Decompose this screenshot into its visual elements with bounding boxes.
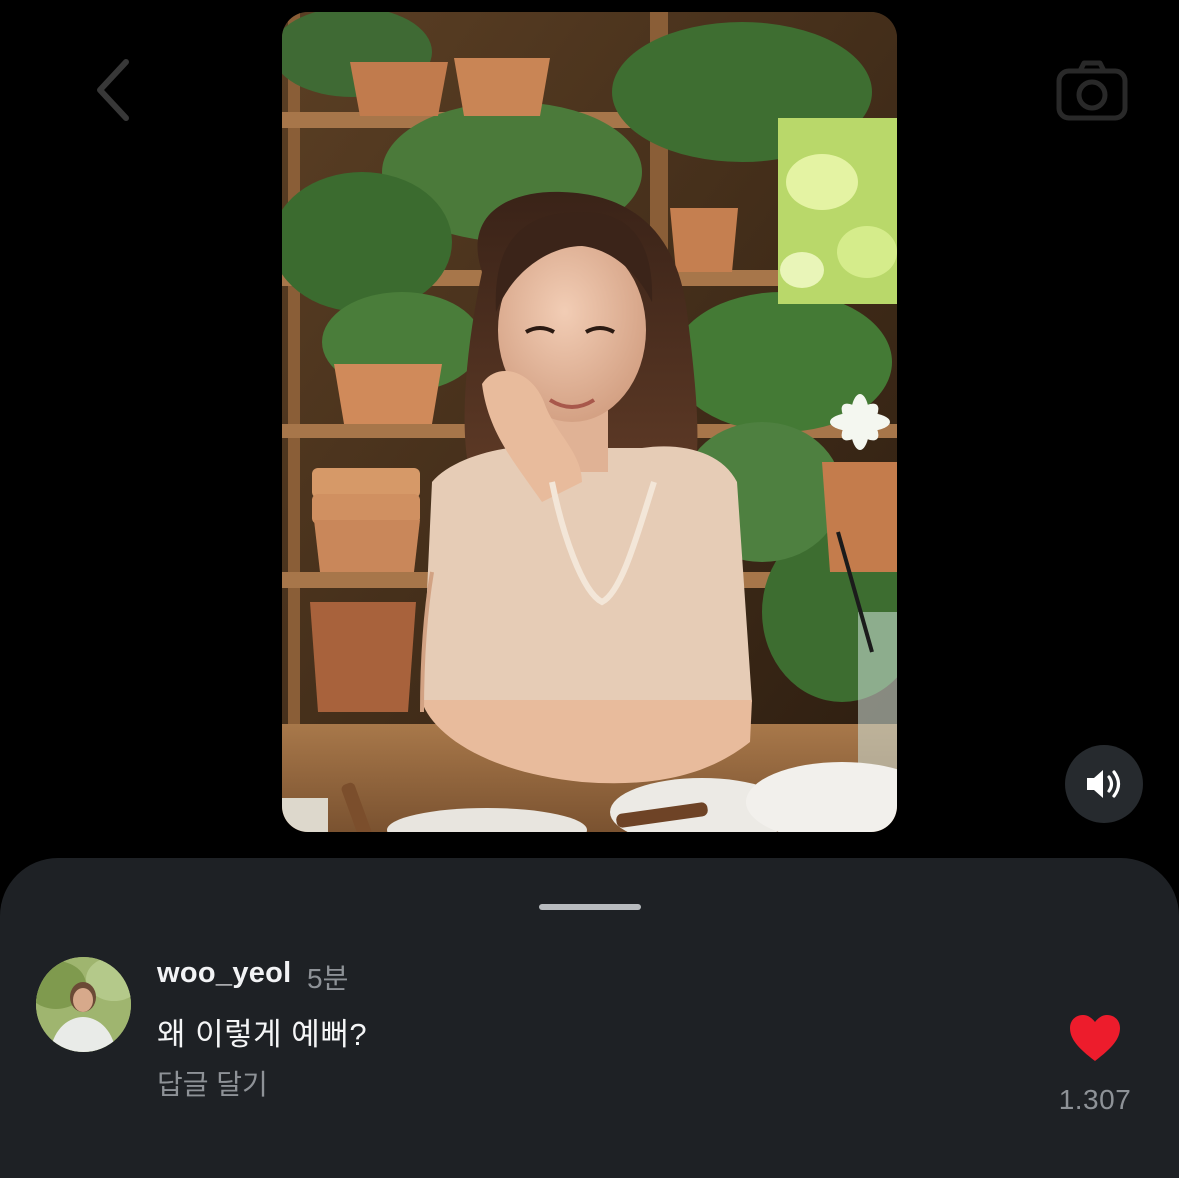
- camera-button[interactable]: [1052, 50, 1132, 130]
- comment-text: 왜 이렇게 예뻐?: [157, 1017, 368, 1052]
- sheet-grabber[interactable]: [539, 904, 641, 910]
- comment-timestamp: 5분: [307, 963, 349, 994]
- sound-toggle-button[interactable]: [1065, 745, 1143, 823]
- avatar[interactable]: [36, 957, 131, 1052]
- like-count: 1.307: [1058, 1084, 1132, 1115]
- back-button[interactable]: [86, 52, 142, 128]
- story-photo[interactable]: [282, 12, 897, 832]
- like-button[interactable]: [1068, 1013, 1122, 1063]
- heart-filled-icon: [1070, 1015, 1120, 1061]
- comment-sheet: woo_yeol 5분 왜 이렇게 예뻐? 답글 달기 1.307: [0, 858, 1179, 1178]
- reply-button[interactable]: 답글 달기: [157, 1063, 268, 1103]
- speaker-volume-icon: [1087, 770, 1121, 798]
- chevron-left-icon: [97, 59, 129, 121]
- camera-icon: [1056, 60, 1128, 121]
- comment-username[interactable]: woo_yeol: [157, 957, 292, 990]
